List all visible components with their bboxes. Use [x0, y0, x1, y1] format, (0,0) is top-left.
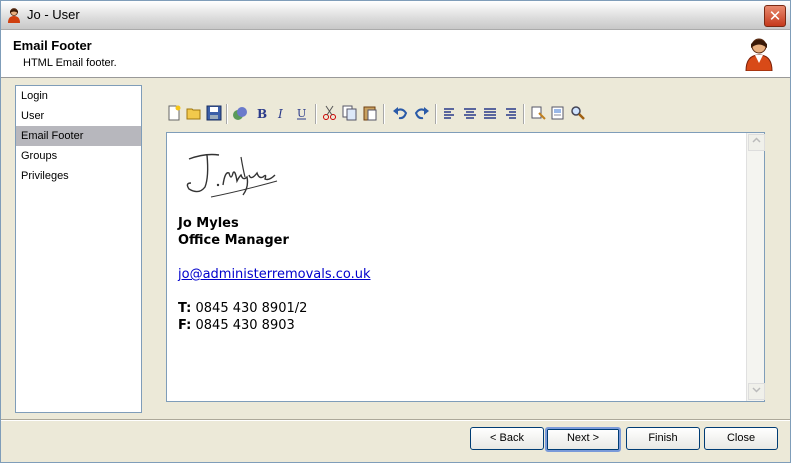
title-bar[interactable]: Jo - User ✕ — [1, 1, 790, 30]
next-button[interactable]: Next > — [545, 427, 621, 452]
toolbar-separator — [523, 104, 525, 124]
fax-number: 0845 430 8903 — [195, 318, 295, 333]
footer-content: Jo Myles Office Manager jo@administerrem… — [178, 215, 371, 334]
editor-scrollbar[interactable] — [746, 133, 765, 401]
page-title: Email Footer — [13, 38, 92, 53]
align-center-icon[interactable] — [462, 105, 478, 121]
back-button[interactable]: < Back — [470, 427, 544, 450]
bold-icon[interactable]: B — [254, 105, 270, 121]
sidebar-nav: Login User Email Footer Groups Privilege… — [15, 85, 142, 413]
contact-name: Jo Myles — [178, 216, 239, 231]
align-right-icon[interactable] — [502, 105, 518, 121]
phone-label: T: — [178, 301, 192, 316]
align-justify-icon[interactable] — [482, 105, 498, 121]
copy-format-icon[interactable] — [530, 105, 546, 121]
user-avatar-icon — [745, 38, 773, 71]
signature-image — [186, 153, 278, 198]
cut-icon[interactable] — [322, 105, 338, 121]
underline-icon[interactable]: U — [294, 105, 310, 121]
toolbar-separator — [383, 104, 385, 124]
open-icon[interactable] — [186, 105, 202, 121]
fax-label: F: — [178, 318, 192, 333]
finish-button[interactable]: Finish — [626, 427, 700, 450]
svg-text:U: U — [297, 107, 306, 120]
phone-line: T: 0845 430 8901/2 — [178, 300, 371, 317]
copy-icon[interactable] — [342, 105, 358, 121]
close-window-button[interactable]: ✕ — [764, 5, 786, 27]
user-dialog: Jo - User ✕ Email Footer HTML Email foot… — [0, 0, 791, 463]
scroll-down-button[interactable] — [748, 383, 765, 400]
insert-image-icon[interactable] — [232, 105, 248, 121]
email-link[interactable]: jo@administerremovals.co.uk — [178, 267, 371, 282]
italic-icon[interactable]: I — [274, 105, 290, 121]
toolbar-separator — [315, 104, 317, 124]
close-icon: ✕ — [768, 7, 782, 25]
align-left-icon[interactable] — [442, 105, 458, 121]
svg-text:I: I — [277, 107, 283, 121]
save-icon[interactable] — [206, 105, 222, 121]
phone-number: 0845 430 8901/2 — [195, 301, 308, 316]
user-icon — [8, 8, 20, 23]
fax-line: F: 0845 430 8903 — [178, 317, 371, 334]
toolbar-separator — [226, 104, 228, 124]
chevron-down-icon — [752, 387, 761, 393]
email-footer-editor[interactable]: Jo Myles Office Manager jo@administerrem… — [166, 132, 765, 402]
scroll-up-button[interactable] — [748, 134, 765, 151]
find-icon[interactable] — [570, 105, 586, 121]
page-header: Email Footer HTML Email footer. — [1, 30, 790, 78]
editor-toolbar: B I U — [164, 104, 604, 124]
sidebar-item-email-footer[interactable]: Email Footer — [16, 126, 141, 146]
footer-divider — [1, 419, 790, 421]
chevron-up-icon — [752, 137, 761, 143]
new-icon[interactable] — [166, 105, 182, 121]
svg-text:B: B — [257, 107, 267, 121]
sidebar-item-login[interactable]: Login — [16, 86, 141, 106]
close-button[interactable]: Close — [704, 427, 778, 450]
contact-job-title: Office Manager — [178, 233, 289, 248]
toolbar-separator — [435, 104, 437, 124]
sidebar-item-groups[interactable]: Groups — [16, 146, 141, 166]
preview-icon[interactable] — [550, 105, 566, 121]
paste-icon[interactable] — [362, 105, 378, 121]
redo-icon[interactable] — [414, 105, 430, 121]
sidebar-item-user[interactable]: User — [16, 106, 141, 126]
page-subtitle: HTML Email footer. — [23, 57, 117, 69]
undo-icon[interactable] — [392, 105, 408, 121]
sidebar-item-privileges[interactable]: Privileges — [16, 166, 141, 186]
window-title: Jo - User — [27, 7, 80, 22]
